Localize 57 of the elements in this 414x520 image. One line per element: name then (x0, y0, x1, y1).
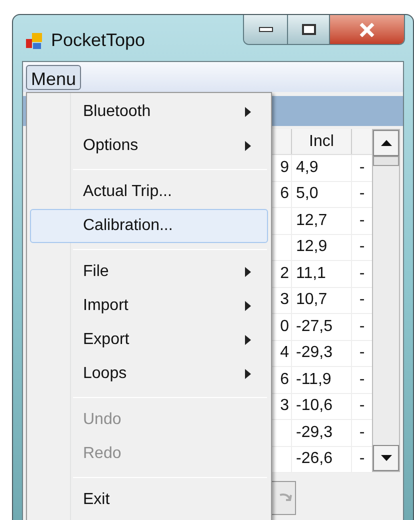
close-icon (359, 22, 375, 36)
table-cell-text: - (359, 370, 365, 390)
menu-item[interactable]: Bluetooth (30, 95, 268, 129)
scroll-thumb[interactable] (373, 156, 399, 166)
table-cell-text: 4,9 (296, 158, 318, 178)
table-cell-text: 6 (280, 184, 289, 204)
table-cell-text: 6 (280, 370, 289, 390)
table-cell-text: - (359, 449, 365, 470)
menu-item[interactable]: Calibration... (30, 209, 268, 243)
table-cell-text: 10,7 (296, 290, 328, 310)
menu-item[interactable]: Exit (30, 483, 268, 517)
table-cell-text: -26,6 (296, 449, 332, 470)
table-cell-text: 4 (280, 343, 289, 364)
menu-item[interactable]: Import (30, 289, 268, 323)
close-button[interactable] (330, 15, 404, 44)
table-cell-text: - (359, 290, 365, 310)
window-title: PocketTopo (51, 29, 146, 52)
maximize-icon (302, 24, 316, 35)
table-cell-text: 0 (280, 316, 289, 337)
menu-item[interactable]: Options (30, 129, 268, 163)
menu-button[interactable]: Menu (26, 64, 82, 90)
table-cell-text: 3 (280, 396, 289, 416)
table-cell-text: - (359, 264, 365, 284)
maximize-button[interactable] (288, 15, 330, 44)
toolbar-button[interactable] (270, 481, 296, 515)
table-cell-text: - (359, 422, 365, 443)
down-arrow-icon (380, 455, 392, 461)
menu-item[interactable]: Loops (30, 357, 268, 391)
table-cell-text: - (359, 237, 365, 258)
table-cell-text: - (359, 158, 365, 178)
minimize-button[interactable] (244, 15, 288, 44)
table-cell-text: - (359, 396, 365, 416)
minimize-icon (258, 27, 272, 32)
table-cell-text: 3 (280, 290, 289, 310)
table-cell-text: - (359, 210, 365, 231)
table-cell-text: 5,0 (296, 184, 318, 204)
table-cell-text: - (359, 343, 365, 364)
table-cell-text: 12,7 (296, 210, 328, 231)
menu-item[interactable]: Export (30, 323, 268, 357)
up-arrow-icon (380, 140, 392, 146)
table-cell-text: -29,3 (296, 422, 332, 443)
scroll-up-button[interactable] (373, 130, 399, 156)
table-cell-text: - (359, 316, 365, 337)
scroll-down-button[interactable] (373, 445, 399, 471)
table-cell-text: 11,1 (296, 264, 326, 284)
menu-item[interactable]: File (30, 255, 268, 289)
table-cell-text: -10,6 (296, 396, 332, 416)
menu-item[interactable]: Actual Trip... (30, 175, 268, 209)
app-icon (25, 32, 43, 50)
table-cell-text: 12,9 (296, 237, 328, 258)
table-cell-text: 9 (280, 158, 289, 178)
table-cell-text: -27,5 (296, 316, 332, 337)
table-cell-text: -29,3 (296, 343, 332, 364)
table-cell-text: - (359, 184, 365, 204)
table-cell-text: -11,9 (296, 370, 332, 390)
scrollbar[interactable] (372, 129, 400, 472)
table-cell-text: 2 (280, 264, 289, 284)
